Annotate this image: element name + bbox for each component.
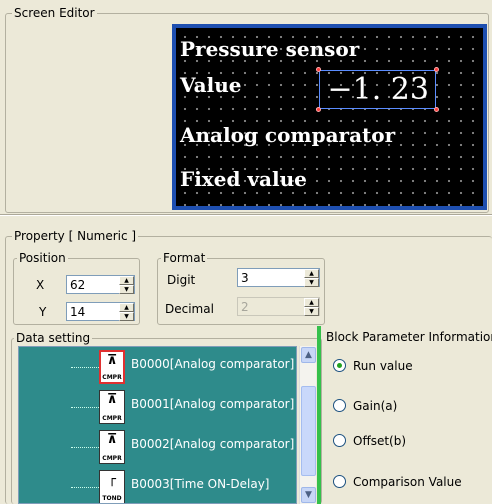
position-title: Position [17,251,68,265]
digit-spinner-buttons: ▲ ▼ [304,269,319,287]
spin-down-icon[interactable]: ▼ [304,278,319,287]
y-spinner-buttons: ▲ ▼ [119,303,134,321]
spin-up-icon[interactable]: ▲ [304,269,319,278]
property-title: Property [ Numeric ] [12,229,139,243]
tree-item-b0003[interactable]: ┌ TOND B0003[Time ON-Delay] [19,467,296,503]
lcd-line-2[interactable]: Value [180,73,242,97]
digit-spinner[interactable]: 3 ▲ ▼ [237,268,320,287]
tree-item-b0000[interactable]: ⊼ CMPR B0000[Analog comparator] [19,347,296,387]
y-value: 14 [70,305,86,319]
analog-comparator-icon: ⊼ CMPR [99,390,125,424]
analog-comparator-icon: ⊼ CMPR [99,430,125,464]
decimal-spinner: 2 ▲ ▼ [237,297,320,316]
radio-label: Gain(a) [353,399,398,413]
numeric-value-text: −1. 23 [327,72,429,107]
block-parameter-title: Block Parameter Information [326,330,492,344]
data-setting-tree[interactable]: ⊼ CMPR B0000[Analog comparator] ⊼ CMPR B… [18,346,297,504]
lcd-screen[interactable]: Pressure sensor Value −1. 23 Analog comp… [176,28,483,206]
y-label: Y [39,305,47,319]
lcd-preview-frame[interactable]: Pressure sensor Value −1. 23 Analog comp… [172,24,487,210]
panel-splitter[interactable] [0,214,492,216]
scroll-up-icon[interactable]: ▲ [301,347,316,363]
tree-item-label: B0003[Time ON-Delay] [131,477,270,491]
icon-tag: TOND [102,495,122,502]
tree-connector [71,447,99,448]
tree-item-b0002[interactable]: ⊼ CMPR B0002[Analog comparator] [19,427,296,467]
resize-handle-bottom-left[interactable] [316,107,321,112]
time-on-delay-icon: ┌ TOND [99,470,125,503]
lcd-line-3[interactable]: Analog comparator [180,123,395,147]
radio-button[interactable] [333,359,346,372]
digit-value: 3 [241,271,249,285]
scroll-down-icon[interactable]: ▼ [301,487,316,503]
numeric-value-element[interactable]: −1. 23 [316,67,439,112]
resize-handle-top-right[interactable] [434,67,439,72]
radio-label: Comparison Value [353,475,462,489]
tree-item-label: B0002[Analog comparator] [131,437,295,451]
icon-tag: CMPR [102,455,122,462]
tree-connector [71,487,99,488]
x-value: 62 [70,278,86,292]
tree-item-label: B0001[Analog comparator] [131,397,295,411]
decimal-spinner-buttons: ▲ ▼ [304,298,319,316]
tree-connector [71,367,99,368]
digit-label: Digit [167,273,196,287]
spin-down-icon: ▼ [304,307,319,316]
icon-tag: CMPR [102,415,122,422]
scroll-thumb[interactable] [301,386,316,476]
format-title: Format [161,251,208,265]
y-spinner[interactable]: 14 ▲ ▼ [66,302,135,321]
data-setting-title: Data setting [14,331,93,345]
resize-handle-top-left[interactable] [316,67,321,72]
spin-down-icon[interactable]: ▼ [119,285,134,294]
x-label: X [36,278,45,292]
tree-scrollbar[interactable]: ▲ ▼ [299,346,316,504]
tree-connector [71,407,99,408]
lcd-line-4[interactable]: Fixed value [180,167,307,191]
decimal-label: Decimal [165,302,214,316]
radio-label: Run value [353,359,413,373]
spin-up-icon: ▲ [304,298,319,307]
radio-label: Offset(b) [353,434,407,448]
radio-button[interactable] [333,434,346,447]
analog-comparator-icon: ⊼ CMPR [99,350,125,384]
resize-handle-bottom-right[interactable] [434,107,439,112]
lcd-line-1[interactable]: Pressure sensor [180,37,359,61]
spin-up-icon[interactable]: ▲ [119,303,134,312]
icon-tag: CMPR [102,374,122,381]
x-spinner-buttons: ▲ ▼ [119,276,134,294]
spin-down-icon[interactable]: ▼ [119,312,134,321]
spin-up-icon[interactable]: ▲ [119,276,134,285]
x-spinner[interactable]: 62 ▲ ▼ [66,275,135,294]
splitter-bar[interactable] [317,326,321,504]
radio-button[interactable] [333,399,346,412]
tree-item-label: B0000[Analog comparator] [131,357,295,371]
decimal-value: 2 [241,300,249,314]
tree-item-b0001[interactable]: ⊼ CMPR B0001[Analog comparator] [19,387,296,427]
radio-button[interactable] [333,475,346,488]
screen-editor-title: Screen Editor [12,6,97,20]
